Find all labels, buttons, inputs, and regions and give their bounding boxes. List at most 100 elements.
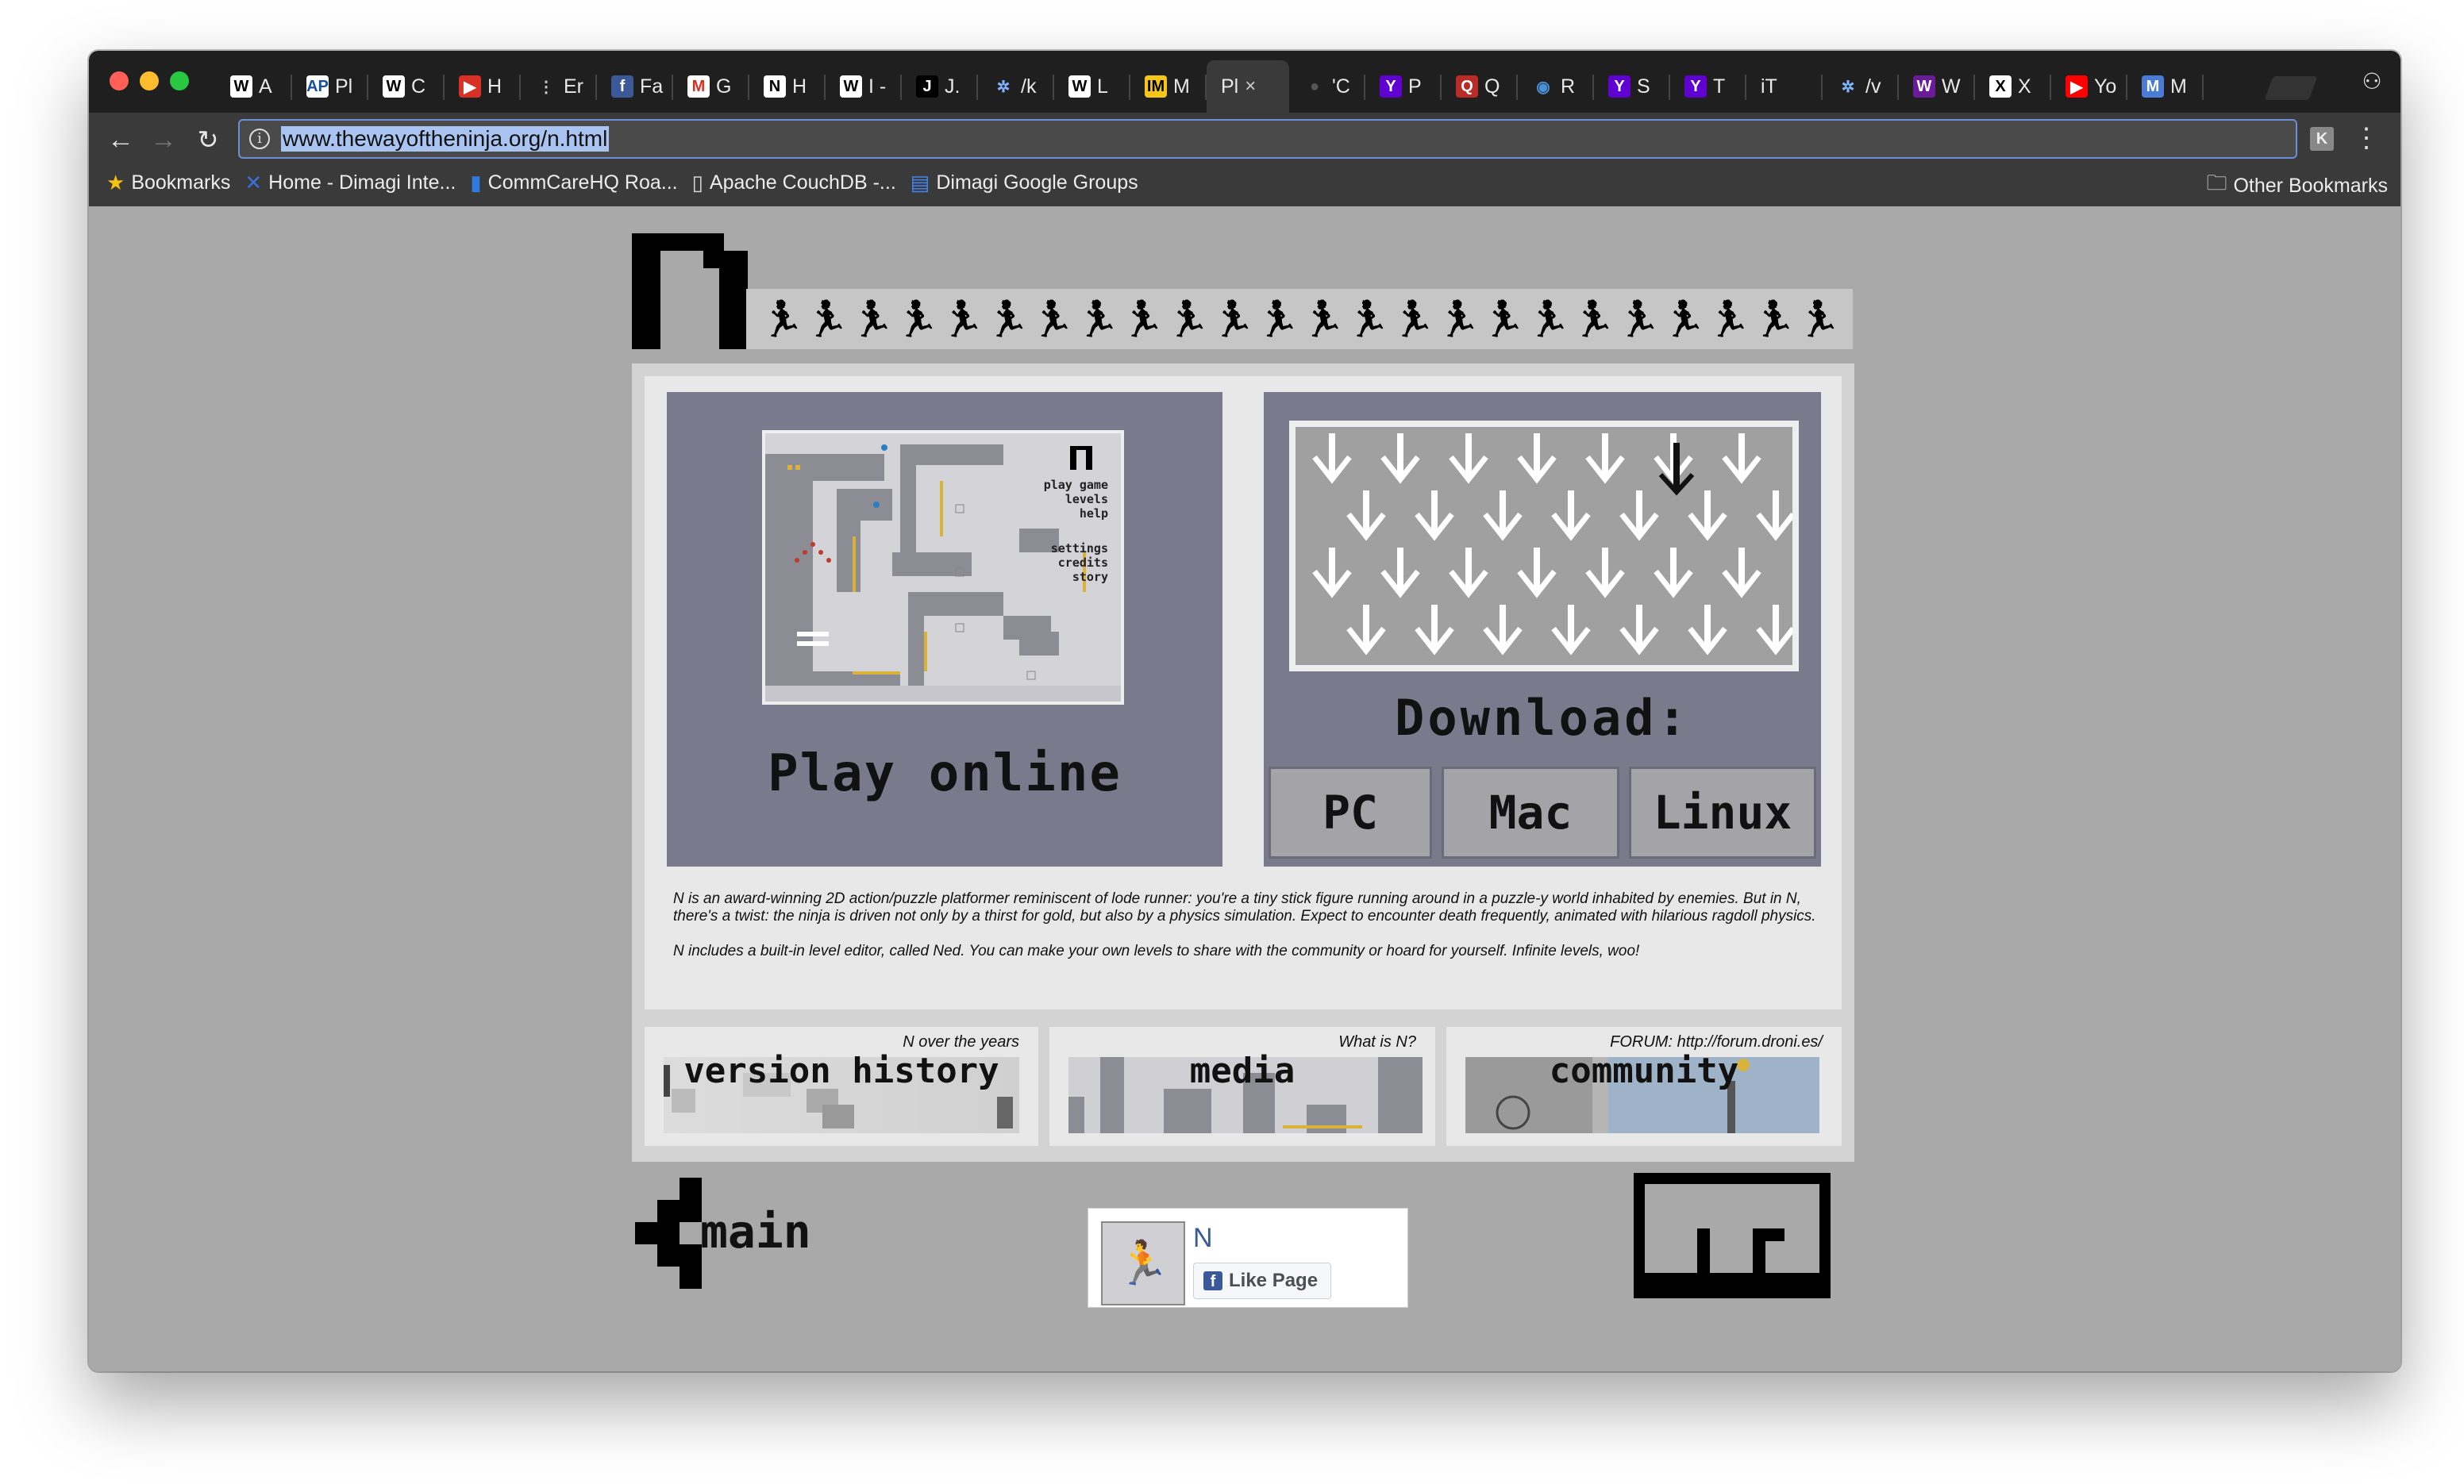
browser-tab[interactable]: YS xyxy=(1594,60,1670,113)
media-card[interactable]: What is N? media xyxy=(1049,1027,1435,1146)
ninja-runner-icon: 🏃 xyxy=(1211,299,1255,340)
ninja-runner-icon: 🏃 xyxy=(1481,299,1526,340)
down-arrow-icon xyxy=(1312,548,1352,598)
browser-tab[interactable]: YT xyxy=(1670,60,1746,113)
browser-tab[interactable]: ▶ H xyxy=(445,60,521,113)
ninja-runner-icon: 🏃 xyxy=(1346,299,1391,340)
browser-tab[interactable]: WA xyxy=(216,60,292,113)
browser-tab[interactable]: NH xyxy=(749,60,826,113)
ninja-runner-icon: 🏃 xyxy=(1842,298,1853,340)
browser-menu-icon[interactable]: ⋮ xyxy=(2353,122,2380,154)
extension-icon[interactable]: K xyxy=(2310,127,2334,151)
address-bar[interactable]: i www.thewayoftheninja.org/n.html xyxy=(238,119,2297,159)
reload-icon[interactable]: ↻ xyxy=(191,122,225,157)
version-history-title[interactable]: version history xyxy=(645,1051,1038,1091)
media-title[interactable]: media xyxy=(1049,1051,1435,1091)
download-pc-button[interactable]: PC xyxy=(1269,767,1432,859)
ninja-avatar[interactable]: 🏃 xyxy=(1101,1221,1185,1305)
community-caption: FORUM: http://forum.droni.es/ xyxy=(1610,1033,1823,1051)
browser-tab[interactable]: YP xyxy=(1365,60,1442,113)
game-description: N is an award-winning 2D action/puzzle p… xyxy=(673,890,1816,978)
browser-tab[interactable]: WL xyxy=(1054,60,1130,113)
browser-tab[interactable]: ▶ Yo xyxy=(2051,60,2127,113)
tab-favicon-icon: f xyxy=(611,75,633,98)
bookmark-item[interactable]: ★ Bookmarks xyxy=(106,171,230,195)
browser-tab[interactable]: ● 'C xyxy=(1289,60,1365,113)
down-arrow-icon xyxy=(1483,490,1523,541)
tab-favicon-icon: Y xyxy=(1608,75,1630,98)
tab-title: Fa xyxy=(640,75,664,98)
menu-help: help xyxy=(1080,506,1108,521)
down-arrow-icon xyxy=(1415,605,1454,655)
ninja-runner-icon: 🏃 xyxy=(1076,299,1120,340)
main-link-label[interactable]: main xyxy=(700,1205,811,1259)
play-online-label[interactable]: Play online xyxy=(667,744,1222,803)
tab-title: I - xyxy=(868,75,887,98)
browser-tab[interactable]: XX xyxy=(1975,60,2051,113)
browser-tab[interactable]: WC xyxy=(368,60,445,113)
ninja-runner-icon: 🏃 xyxy=(1752,299,1796,340)
down-arrow-icon xyxy=(1654,548,1693,598)
zoom-window-button[interactable] xyxy=(170,71,189,90)
version-history-card[interactable]: N over the years version history xyxy=(645,1027,1038,1146)
browser-tab[interactable]: QQ xyxy=(1442,60,1518,113)
down-arrow-icon xyxy=(1380,433,1420,484)
down-arrow-icon xyxy=(1722,433,1761,484)
description-paragraph-2: N includes a built-in level editor, call… xyxy=(673,943,1640,959)
ninja-runner-icon: 🏃 xyxy=(850,299,895,340)
bookmark-icon: ▤ xyxy=(910,170,930,194)
browser-tab[interactable]: ✲ /k xyxy=(978,60,1054,113)
tab-title: P xyxy=(1408,75,1422,98)
browser-tab[interactable]: ◉ R xyxy=(1518,60,1594,113)
bookmark-item[interactable]: ✕ Home - Dimagi Inte... xyxy=(244,171,456,195)
browser-tab[interactable]: WI - xyxy=(826,60,902,113)
down-arrow-icon xyxy=(1380,548,1420,598)
bookmark-item[interactable]: ▤ Dimagi Google Groups xyxy=(911,171,1138,195)
bookmark-item[interactable]: ▮ CommCareHQ Roa... xyxy=(470,171,677,195)
down-arrow-icon xyxy=(1551,490,1591,541)
info-icon[interactable]: i xyxy=(249,129,270,149)
community-title[interactable]: community xyxy=(1446,1051,1842,1091)
main-link[interactable]: main xyxy=(632,1178,838,1297)
tab-favicon-icon: W xyxy=(1068,75,1091,98)
back-arrow-icon[interactable]: ← xyxy=(103,122,138,157)
browser-tab[interactable]: Pl × xyxy=(1207,60,1289,113)
play-online-panel[interactable]: play game levels help settings credits s… xyxy=(667,392,1222,867)
new-tab-button[interactable] xyxy=(2264,76,2318,100)
forward-arrow-icon[interactable]: → xyxy=(146,122,181,157)
browser-tab[interactable]: WW xyxy=(1899,60,1975,113)
browser-tab[interactable]: MM xyxy=(2127,60,2204,113)
browser-tab[interactable]: ✲ /v xyxy=(1823,60,1899,113)
url-text[interactable]: www.thewayoftheninja.org/n.html xyxy=(281,126,610,152)
tab-title: M xyxy=(2170,75,2187,98)
tab-favicon-icon: W xyxy=(230,75,252,98)
feature-area: play game levels help settings credits s… xyxy=(645,376,1842,1009)
browser-tab[interactable]: MG xyxy=(673,60,749,113)
tab-favicon-icon: ✲ xyxy=(1837,75,1859,98)
facebook-page-name[interactable]: N xyxy=(1193,1223,1213,1254)
ninja-runner-icon: 🏃 xyxy=(1436,299,1480,340)
close-window-button[interactable] xyxy=(110,71,129,90)
tab-close-icon[interactable]: × xyxy=(1245,75,1256,98)
download-mac-button[interactable]: Mac xyxy=(1442,767,1619,859)
down-arrow-icon xyxy=(1517,548,1557,598)
community-card[interactable]: FORUM: http://forum.droni.es/ community xyxy=(1446,1027,1842,1146)
browser-tab[interactable]: J J. xyxy=(902,60,978,113)
browser-tab[interactable]: iT xyxy=(1746,60,1823,113)
down-arrow-icon xyxy=(1449,433,1488,484)
bookmark-icon: ▮ xyxy=(470,170,482,194)
bookmark-item[interactable]: ▯ Apache CouchDB -... xyxy=(692,171,896,195)
tab-title: R xyxy=(1561,75,1576,98)
metanet-logo-icon[interactable] xyxy=(1634,1173,1831,1298)
n-logo-icon[interactable] xyxy=(632,233,748,349)
browser-tab[interactable]: AP Pl xyxy=(292,60,368,113)
minimize-window-button[interactable] xyxy=(140,71,159,90)
other-bookmarks[interactable]: 🗀 Other Bookmarks xyxy=(2206,168,2388,203)
tab-favicon-icon: W xyxy=(840,75,862,98)
browser-tab[interactable]: IM M xyxy=(1130,60,1207,113)
down-arrow-icon xyxy=(1756,605,1792,655)
browser-tab[interactable]: f Fa xyxy=(597,60,673,113)
download-linux-button[interactable]: Linux xyxy=(1629,767,1816,859)
browser-tab[interactable]: ⋮ Er xyxy=(521,60,597,113)
like-page-button[interactable]: f Like Page xyxy=(1193,1263,1332,1299)
